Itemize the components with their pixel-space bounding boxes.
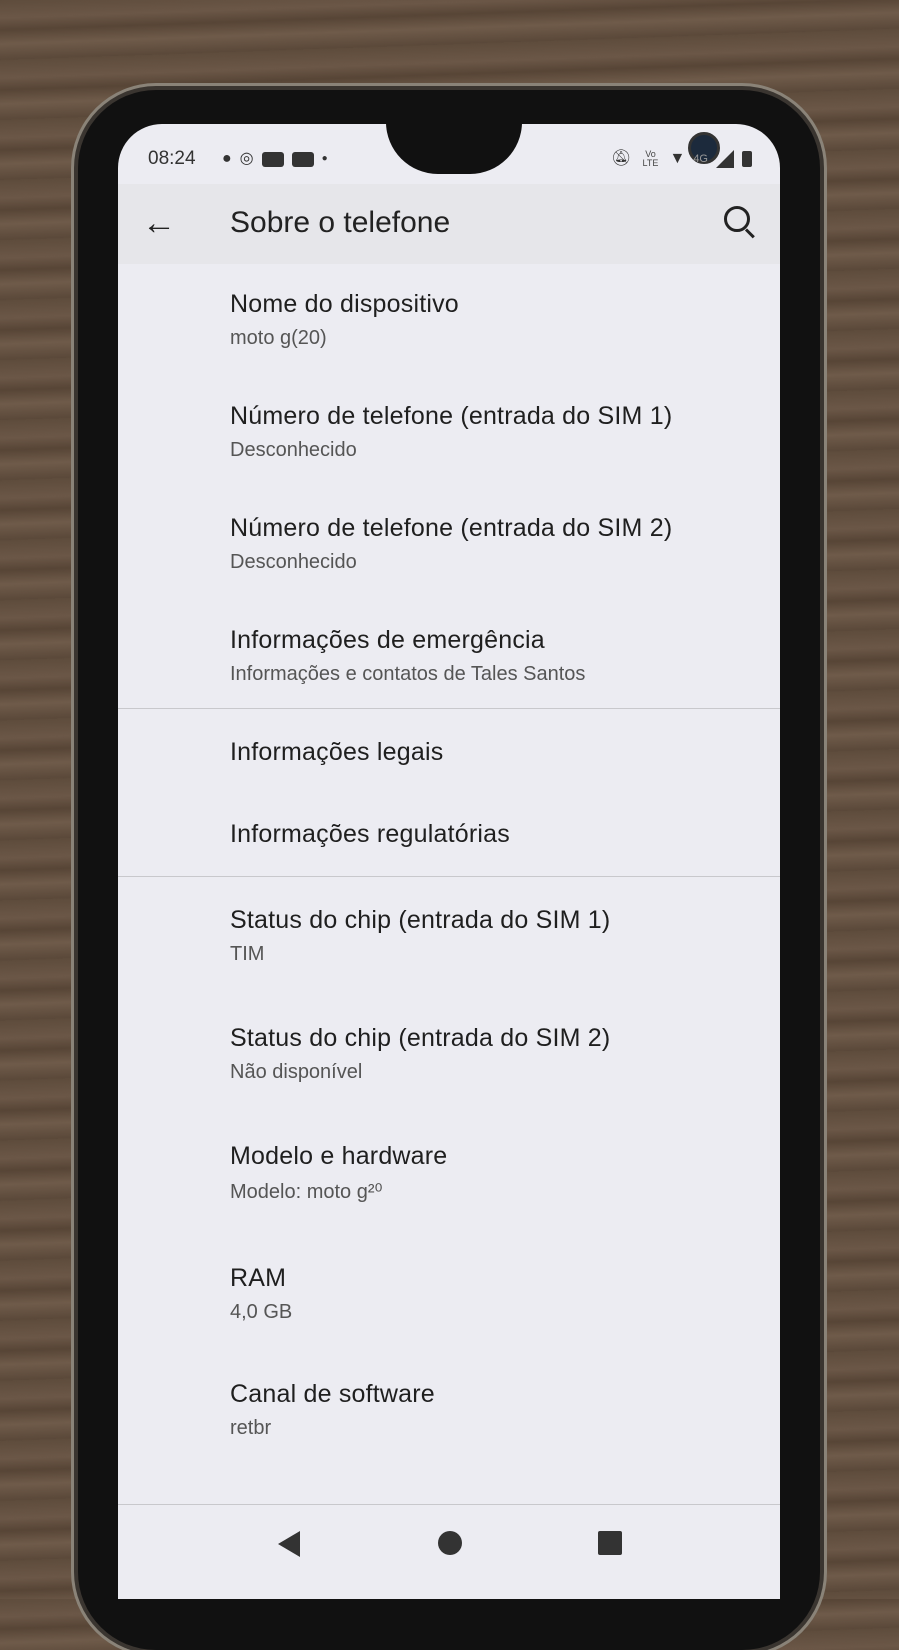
item-title: Status do chip (entrada do SIM 2): [230, 1024, 611, 1052]
nav-home-icon[interactable]: [438, 1531, 462, 1555]
list-item-ram[interactable]: RAM 4,0 GB: [230, 1264, 292, 1324]
list-item-regulatory-info[interactable]: Informações regulatórias: [230, 820, 510, 849]
item-subtitle: moto g(20): [230, 327, 327, 349]
item-subtitle: retbr: [230, 1417, 272, 1439]
item-title: Número de telefone (entrada do SIM 2): [230, 514, 673, 542]
item-title: Informações regulatórias: [230, 820, 510, 848]
search-icon[interactable]: [724, 206, 750, 232]
list-item-model-hardware[interactable]: Modelo e hardware Modelo: moto g²⁰: [230, 1142, 447, 1204]
item-subtitle: Desconhecido: [230, 551, 357, 573]
nav-back-icon[interactable]: [278, 1531, 300, 1557]
page-title: Sobre o telefone: [230, 206, 451, 239]
item-title: RAM: [230, 1264, 287, 1292]
item-title: Status do chip (entrada do SIM 1): [230, 906, 611, 934]
youtube-icon: [291, 151, 314, 167]
list-item-emergency-info[interactable]: Informações de emergência Informações e …: [230, 626, 585, 686]
status-bar: 08:24 ● ◎ ● 🔕︎ Vo LTE ▼ 4G: [118, 144, 780, 180]
item-subtitle: Informações e contatos de Tales Santos: [230, 663, 586, 685]
app-bar: ← Sobre o telefone: [118, 184, 780, 264]
list-item-software-channel[interactable]: Canal de software retbr: [230, 1380, 435, 1440]
item-subtitle: Modelo: moto g²⁰: [230, 1181, 383, 1203]
item-title: Nome do dispositivo: [230, 290, 459, 318]
list-item-device-name[interactable]: Nome do dispositivo moto g(20): [230, 290, 459, 350]
divider: [118, 876, 780, 877]
wifi-icon: ▼: [669, 150, 686, 167]
notifications-muted-icon: 🔕︎: [611, 150, 632, 167]
chat-bubble-icon: ●: [222, 150, 232, 167]
item-subtitle: 4,0 GB: [230, 1301, 293, 1323]
item-title: Canal de software: [230, 1380, 435, 1408]
item-title: Informações legais: [230, 738, 444, 766]
item-title: Modelo e hardware: [230, 1142, 448, 1170]
battery-icon: [742, 151, 752, 167]
system-icons: 🔕︎ Vo LTE ▼ 4G: [611, 150, 752, 168]
list-item-chip-status-sim1[interactable]: Status do chip (entrada do SIM 1) TIM: [230, 906, 610, 966]
youtube-icon: [261, 151, 284, 167]
navigation-bar: [118, 1504, 780, 1599]
whatsapp-icon: ◎: [239, 150, 254, 167]
status-time: 08:24: [148, 148, 196, 169]
item-subtitle: Desconhecido: [230, 439, 357, 461]
item-subtitle: Não disponível: [230, 1061, 363, 1083]
divider: [118, 708, 780, 709]
item-title: Número de telefone (entrada do SIM 1): [230, 402, 673, 430]
dot-icon: ●: [321, 153, 328, 164]
item-title: Informações de emergência: [230, 626, 545, 654]
signal-icon: [716, 150, 734, 168]
list-item-chip-status-sim2[interactable]: Status do chip (entrada do SIM 2) Não di…: [230, 1024, 610, 1084]
notification-icons: ● ◎ ●: [222, 150, 328, 168]
list-item-phone-sim1[interactable]: Número de telefone (entrada do SIM 1) De…: [230, 402, 672, 462]
nav-recents-icon[interactable]: [598, 1531, 622, 1555]
volte-icon: Vo LTE: [642, 149, 659, 168]
screen: 08:24 ● ◎ ● 🔕︎ Vo LTE ▼ 4G ← Sobre o tel…: [118, 124, 780, 1599]
list-item-phone-sim2[interactable]: Número de telefone (entrada do SIM 2) De…: [230, 514, 672, 574]
item-subtitle: TIM: [230, 943, 265, 965]
list-item-legal-info[interactable]: Informações legais: [230, 738, 443, 767]
network-type: 4G: [693, 153, 708, 165]
arrow-back-icon[interactable]: ←: [142, 204, 176, 243]
